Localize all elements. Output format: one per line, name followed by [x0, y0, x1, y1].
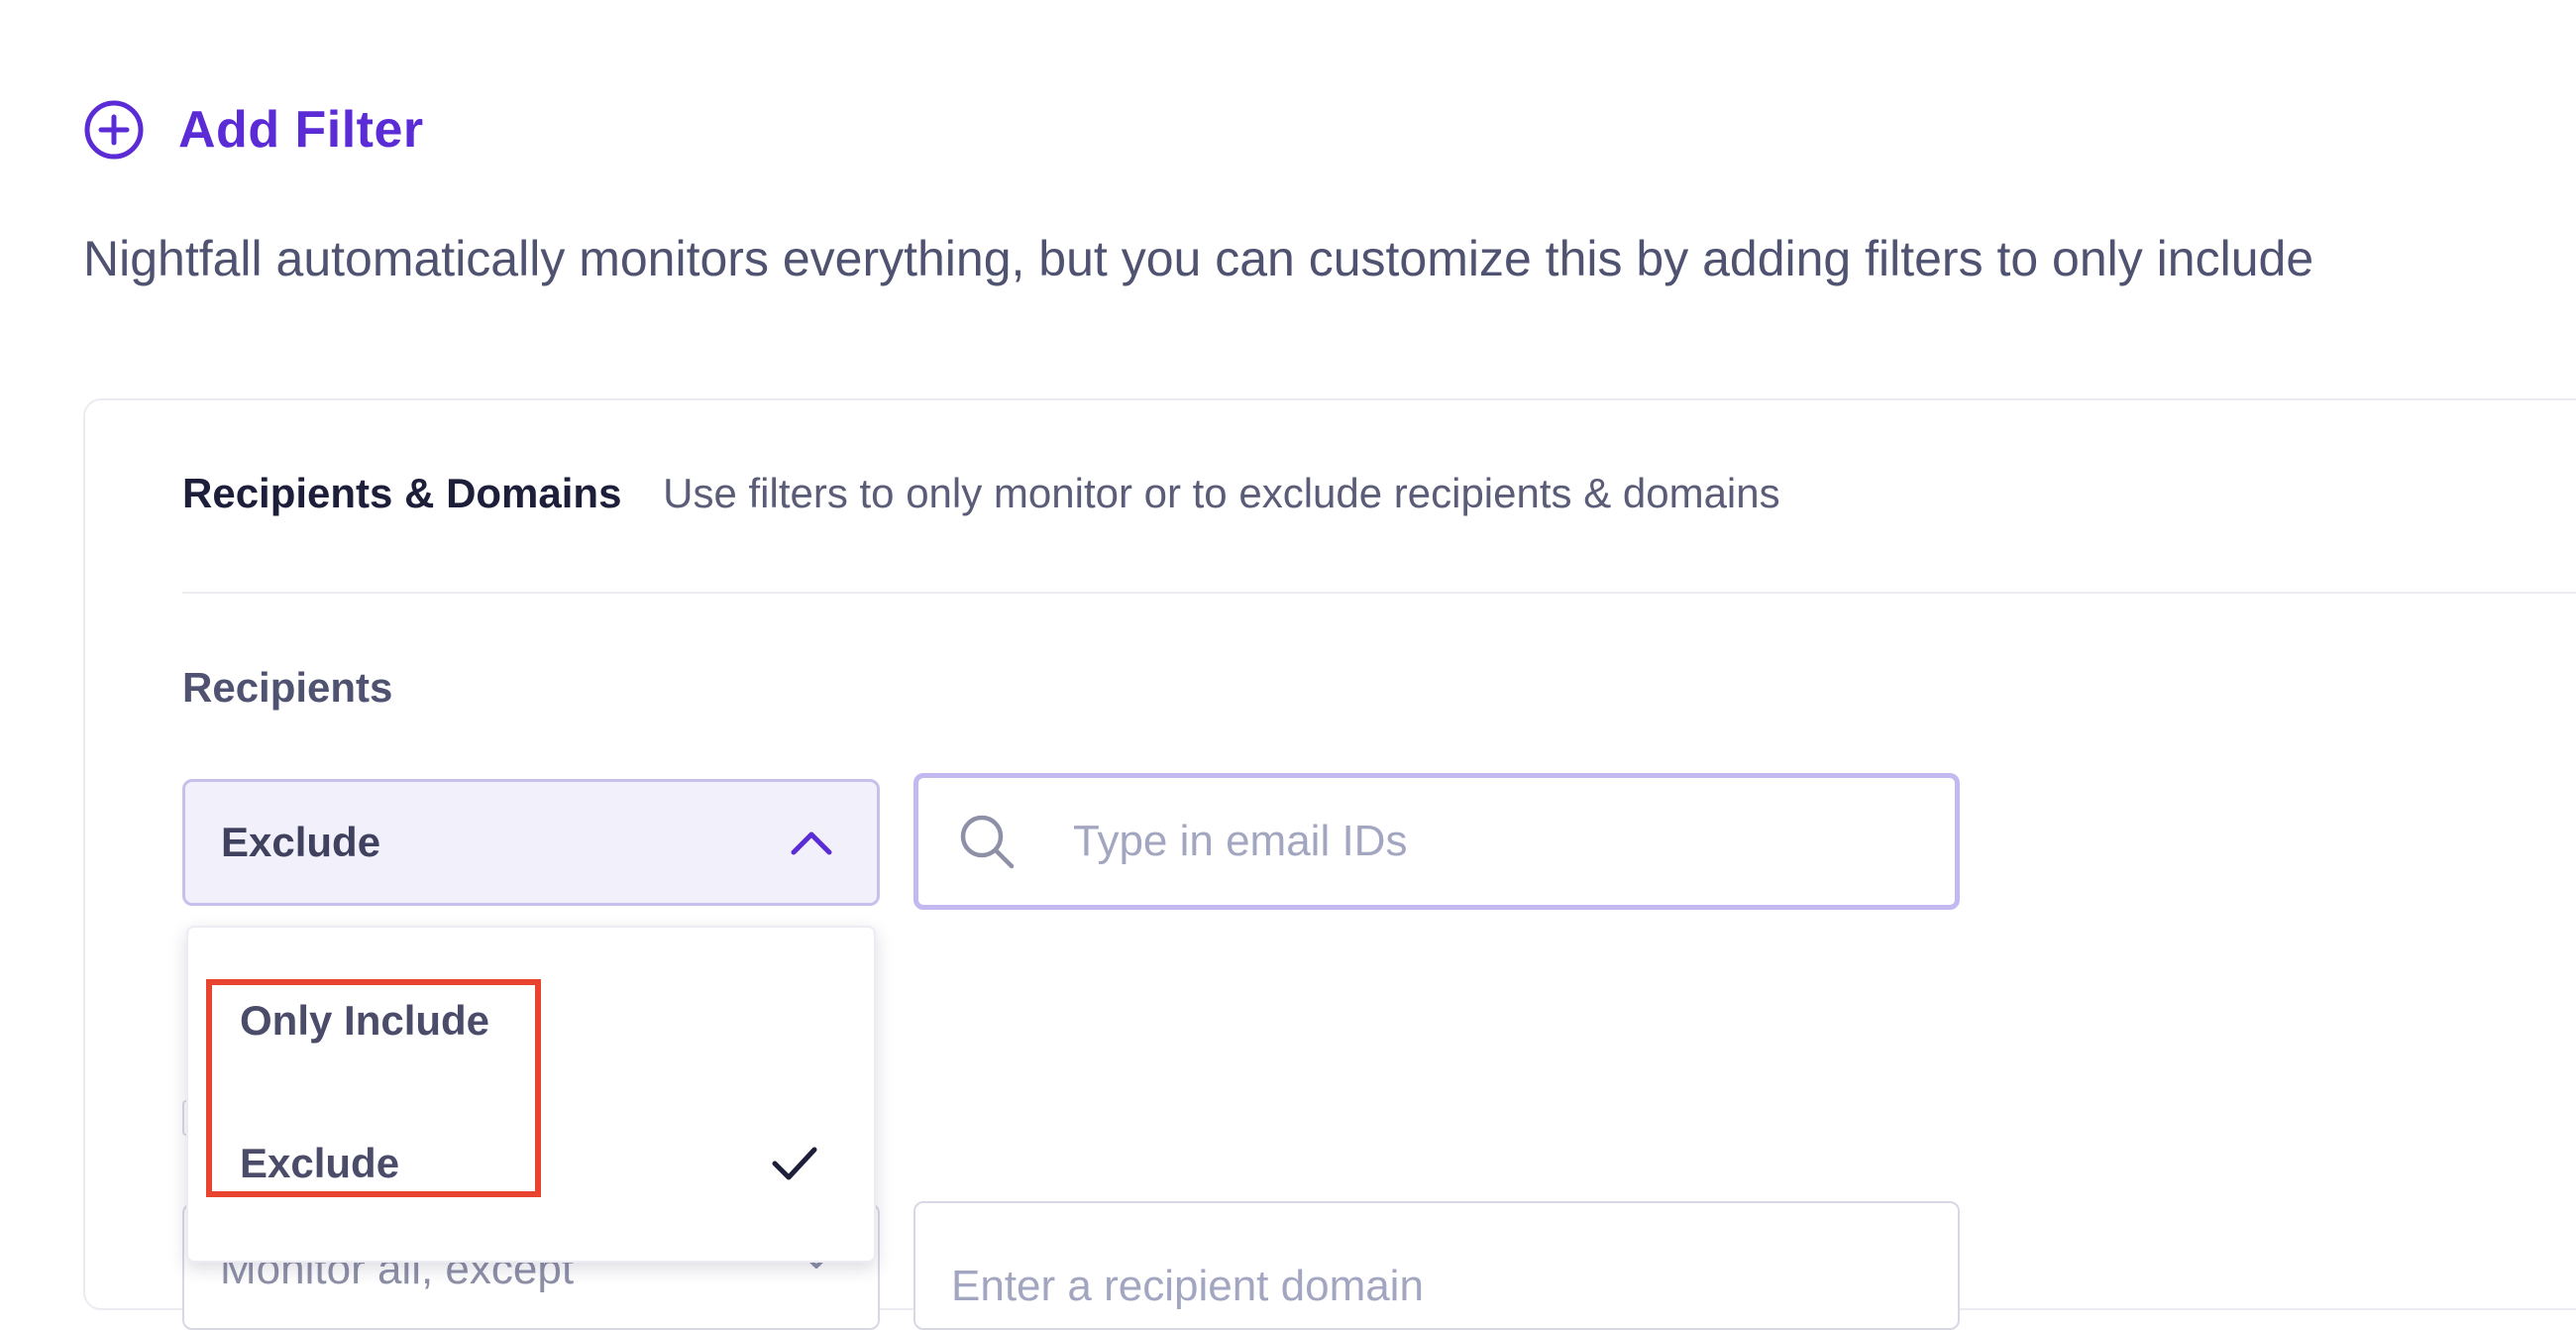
domain-field[interactable]: [913, 1201, 1960, 1330]
chevron-up-icon: [791, 831, 832, 855]
recipients-mode-dropdown: Only Include Exclude: [186, 926, 876, 1263]
plus-circle-icon: [84, 100, 144, 160]
recipients-label: Recipients: [182, 664, 393, 711]
option-exclude[interactable]: Exclude: [240, 1140, 399, 1187]
search-icon: [960, 815, 1015, 869]
section-description: Use filters to only monitor or to exclud…: [663, 470, 1780, 516]
domain-input[interactable]: [949, 1203, 1930, 1328]
recipients-mode-value: Exclude: [221, 819, 381, 865]
add-filter-button[interactable]: Add Filter: [83, 99, 424, 161]
section-header: Recipients & Domains Use filters to only…: [182, 470, 1780, 517]
check-icon: [772, 1147, 817, 1180]
option-only-include[interactable]: Only Include: [240, 997, 489, 1045]
intro-text: Nightfall automatically monitors everyth…: [83, 231, 2314, 286]
section-divider: [182, 592, 2576, 594]
recipients-mode-select[interactable]: Exclude: [182, 779, 880, 906]
email-search-input[interactable]: [1071, 778, 1943, 905]
add-filter-label: Add Filter: [178, 101, 424, 159]
section-title: Recipients & Domains: [182, 470, 622, 516]
email-search-field[interactable]: [913, 773, 1960, 910]
